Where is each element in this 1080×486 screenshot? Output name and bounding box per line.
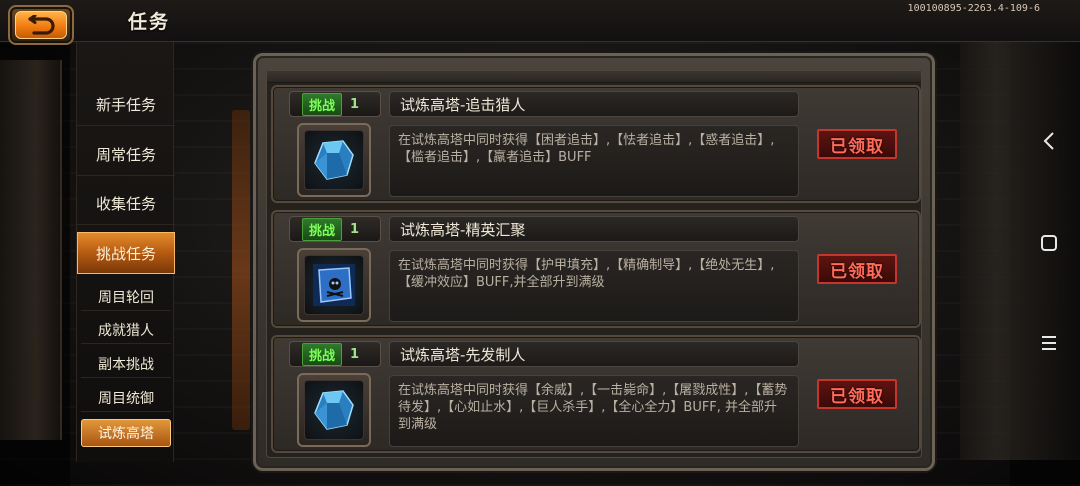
- task-card: 挑战 1 试炼高塔-追击猎人 在试炼高塔中同时获得【困者追击】,【怯者追击】,【…: [271, 85, 921, 203]
- reward-icon-slot[interactable]: [297, 123, 371, 197]
- background-door-frame-left: [0, 60, 62, 440]
- nav-menu-lines-icon[interactable]: [1036, 330, 1062, 356]
- sidebar-subitem-cycle[interactable]: 周目轮回: [81, 283, 171, 311]
- sidebar-subitem-cycle-mastery[interactable]: 周目统御: [81, 384, 171, 412]
- scroll-skull-icon: [304, 255, 364, 315]
- sidebar-subitem-trial-tower[interactable]: 试炼高塔: [81, 419, 171, 447]
- challenge-tag: 挑战 1: [289, 216, 381, 242]
- claimed-status-badge: 已领取: [817, 129, 897, 159]
- sidebar-item-newbie-tasks[interactable]: 新手任务: [77, 84, 175, 126]
- challenge-tag-label: 挑战: [302, 342, 343, 366]
- top-bar: 任务 100100895-2263.4-109-6: [0, 0, 1080, 45]
- reward-icon-slot[interactable]: [297, 248, 371, 322]
- task-title: 试炼高塔-先发制人: [389, 341, 799, 367]
- back-button[interactable]: [8, 5, 74, 45]
- task-description: 在试炼高塔中同时获得【余威】,【一击毙命】,【屠戮成性】,【蓄势待发】,【心如止…: [389, 375, 799, 447]
- blue-gem-icon: [304, 380, 364, 440]
- challenge-tag: 挑战 1: [289, 341, 381, 367]
- background-door-frame-right: [960, 40, 1080, 460]
- task-description: 在试炼高塔中同时获得【护甲填充】,【精确制导】,【绝处无生】,【缓冲效应】BUF…: [389, 250, 799, 322]
- nav-back-chevron-icon[interactable]: [1036, 128, 1062, 154]
- page-title: 任务: [128, 11, 171, 33]
- challenge-tag-count: 1: [350, 346, 360, 362]
- task-list-scroll-area[interactable]: 挑战 1 试炼高塔-追击猎人 在试炼高塔中同时获得【困者追击】,【怯者追击】,【…: [266, 70, 922, 458]
- challenge-tag: 挑战 1: [289, 91, 381, 117]
- sidebar-item-challenge-tasks[interactable]: 挑战任务: [77, 232, 175, 274]
- task-title: 试炼高塔-追击猎人: [389, 91, 799, 117]
- return-arrow-icon: [15, 11, 67, 39]
- sidebar-item-collection-tasks[interactable]: 收集任务: [77, 183, 175, 225]
- reward-icon-slot[interactable]: [297, 373, 371, 447]
- challenge-tag-count: 1: [350, 96, 360, 112]
- panel-header-strip: [267, 71, 921, 83]
- claimed-status-badge: 已领取: [817, 379, 897, 409]
- claimed-status-badge: 已领取: [817, 254, 897, 284]
- nav-home-square-icon[interactable]: [1036, 230, 1062, 256]
- blue-gem-icon: [304, 130, 364, 190]
- task-card: 挑战 1 试炼高塔-先发制人 在试炼高塔中同时获得【余威】,【一击毙命】,【屠戮…: [271, 335, 921, 453]
- task-description: 在试炼高塔中同时获得【困者追击】,【怯者追击】,【惑者追击】,【槛者追击】,【羸…: [389, 125, 799, 197]
- sidebar-item-weekly-tasks[interactable]: 周常任务: [77, 134, 175, 176]
- sidebar-subitem-achievement-hunter[interactable]: 成就猎人: [81, 316, 171, 344]
- challenge-tag-label: 挑战: [302, 92, 343, 116]
- task-category-sidebar: 新手任务 周常任务 收集任务 挑战任务 周目轮回 成就猎人 副本挑战 周目统御 …: [76, 42, 175, 462]
- task-card: 挑战 1 试炼高塔-精英汇聚 在试炼高塔中同时获得【护甲填充】,【精确制导】,【…: [271, 210, 921, 328]
- background-light-strip: [232, 110, 250, 430]
- sidebar-subitem-dungeon-challenge[interactable]: 副本挑战: [81, 350, 171, 378]
- task-title: 试炼高塔-精英汇聚: [389, 216, 799, 242]
- task-list-panel: 挑战 1 试炼高塔-追击猎人 在试炼高塔中同时获得【困者追击】,【怯者追击】,【…: [253, 53, 935, 471]
- challenge-tag-count: 1: [350, 221, 360, 237]
- build-id-text: 100100895-2263.4-109-6: [907, 3, 1040, 14]
- challenge-tag-label: 挑战: [302, 217, 343, 241]
